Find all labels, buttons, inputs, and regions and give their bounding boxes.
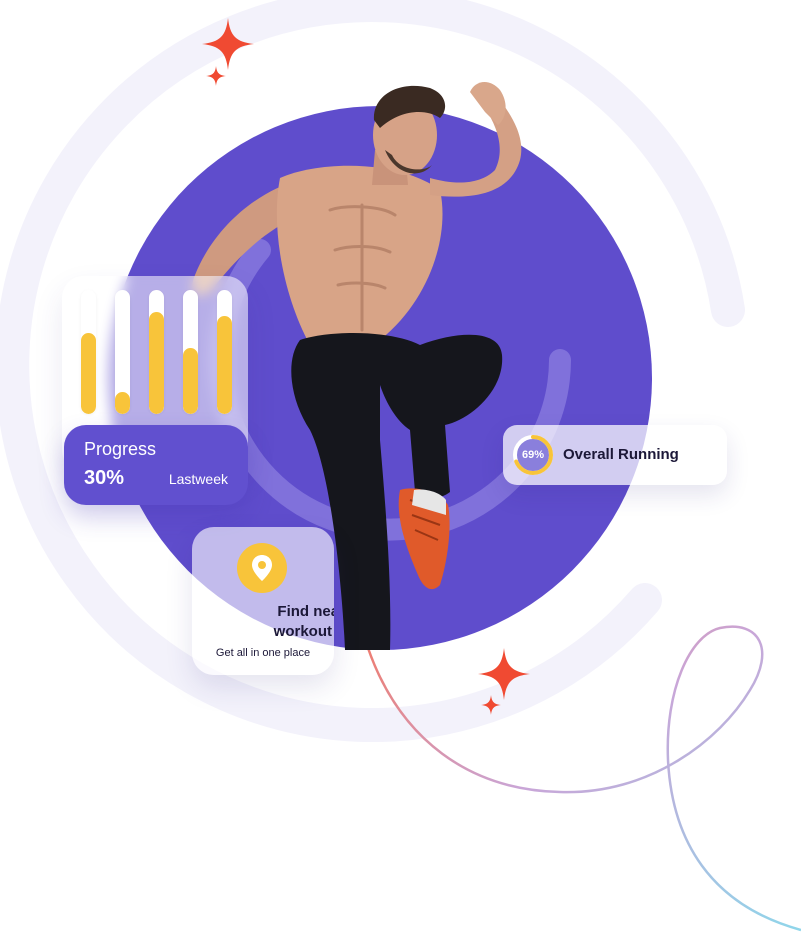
location-pin-badge [237, 543, 287, 593]
progress-summary-card: Progress 30% Lastweek [64, 425, 248, 505]
progress-bar [149, 290, 164, 414]
progress-bar-fill [183, 348, 198, 414]
workout-zone-card[interactable]: Find nearest workout zone Get all in one… [192, 527, 334, 675]
progress-value: 30% [84, 467, 125, 489]
progress-bar [81, 290, 96, 414]
progress-bar-fill [217, 316, 232, 414]
progress-title: Progress [84, 439, 157, 459]
progress-period: Lastweek [168, 471, 228, 487]
workout-zone-subtitle: Get all in one place [215, 647, 311, 659]
progress-bar-fill [81, 333, 96, 414]
location-pin-icon [252, 555, 272, 581]
workout-zone-title: Find nearest workout zone [273, 603, 334, 640]
progress-bar-fill [115, 391, 130, 414]
progress-bar [217, 290, 232, 414]
progress-bar [115, 290, 130, 414]
progress-bar-fill [149, 312, 164, 414]
overall-running-card: 69% Overall Running [503, 425, 727, 485]
progress-bar [183, 290, 198, 414]
running-percent: 69% [521, 449, 545, 461]
sparkle-icon [206, 66, 226, 86]
hero-illustration: Progress 30% Lastweek 69% Overall Runnin… [0, 0, 801, 945]
sparkle-icon [481, 695, 501, 715]
sparkle-icon [478, 648, 530, 700]
running-label: Overall Running [563, 446, 679, 463]
sparkle-icon [202, 18, 254, 70]
